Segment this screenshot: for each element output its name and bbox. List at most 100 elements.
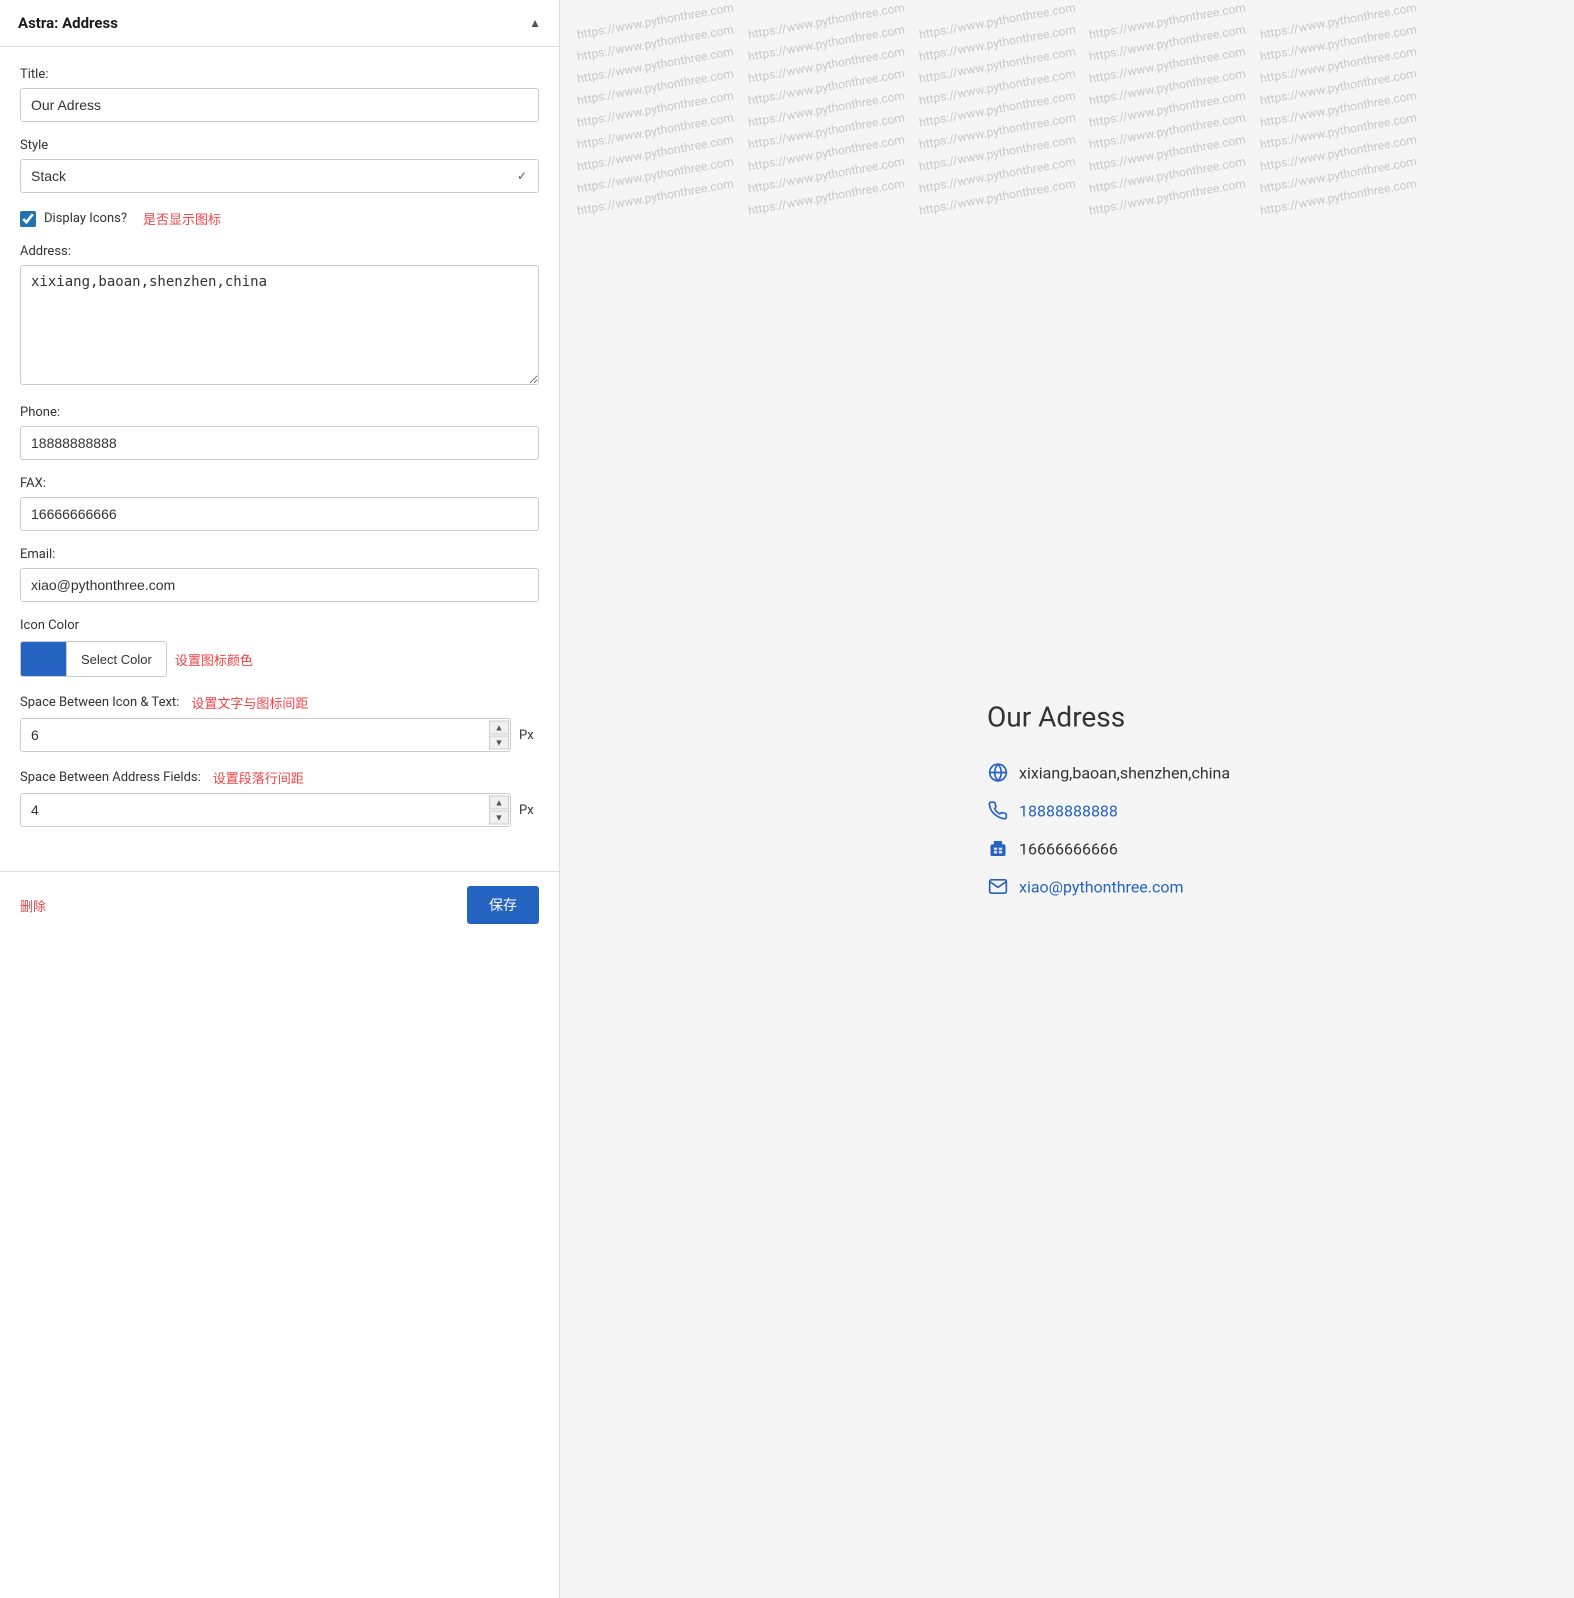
icon-color-hint: 设置图标颜色 xyxy=(175,650,253,669)
title-field-group: Title: xyxy=(20,67,539,122)
collapse-icon[interactable]: ▲ xyxy=(529,16,541,30)
panel-header: Astra: Address ▲ xyxy=(0,0,559,47)
watermark-item: https://www.pythonthree.com xyxy=(1088,22,1247,63)
space-icon-text-up-btn[interactable]: ▲ xyxy=(489,721,509,735)
preview-item-text: 18888888888 xyxy=(1019,801,1118,820)
title-input[interactable] xyxy=(20,88,539,122)
watermark-item: https://www.pythonthree.com xyxy=(576,132,735,173)
preview-item-text: xiao@pythonthree.com xyxy=(1019,877,1184,896)
preview-title: Our Adress xyxy=(987,701,1307,734)
panel-body: Title: Style Stack Inline Grid ✓ Display… xyxy=(0,47,559,863)
watermark-item: https://www.pythonthree.com xyxy=(918,66,1077,107)
space-address-input-wrap: ▲ ▼ xyxy=(20,793,511,827)
fax-input[interactable] xyxy=(20,497,539,531)
email-label: Email: xyxy=(20,547,539,562)
icon-color-label: Icon Color xyxy=(20,618,539,633)
style-select[interactable]: Stack Inline Grid xyxy=(20,159,539,193)
preview-content: Our Adress xixiang,baoan,shenzhen,china 1… xyxy=(947,661,1347,938)
watermark-item: https://www.pythonthree.com xyxy=(576,88,735,129)
watermark-item: https://www.pythonthree.com xyxy=(1088,0,1247,41)
watermark-item: https://www.pythonthree.com xyxy=(747,110,906,151)
space-icon-text-label: Space Between Icon & Text: xyxy=(20,695,179,710)
watermark-item: https://www.pythonthree.com xyxy=(1088,110,1247,151)
display-icons-checkbox[interactable] xyxy=(20,211,36,227)
space-address-down-btn[interactable]: ▼ xyxy=(489,811,509,825)
watermark-item: https://www.pythonthree.com xyxy=(1259,44,1418,85)
globe-icon xyxy=(987,762,1009,784)
watermark-item: https://www.pythonthree.com xyxy=(747,176,906,217)
display-icons-label[interactable]: Display Icons? xyxy=(44,211,127,226)
watermark-item: https://www.pythonthree.com xyxy=(576,66,735,107)
space-address-hint: 设置段落行间距 xyxy=(213,768,304,787)
style-field-group: Style Stack Inline Grid ✓ xyxy=(20,138,539,193)
watermark-item: https://www.pythonthree.com xyxy=(747,88,906,129)
space-icon-text-spinner-row: ▲ ▼ Px xyxy=(20,718,539,752)
watermark-item: https://www.pythonthree.com xyxy=(576,0,735,41)
email-field-group: Email: xyxy=(20,547,539,602)
space-icon-text-input[interactable] xyxy=(20,718,511,752)
email-icon xyxy=(987,876,1009,898)
color-picker-row: Select Color 设置图标颜色 xyxy=(20,641,539,677)
space-address-up-btn[interactable]: ▲ xyxy=(489,796,509,810)
watermark-item: https://www.pythonthree.com xyxy=(918,176,1077,217)
fax-icon xyxy=(987,838,1009,860)
preview-item: xixiang,baoan,shenzhen,china xyxy=(987,762,1307,784)
panel-title: Astra: Address xyxy=(18,14,118,32)
display-icons-row: Display Icons? 是否显示图标 xyxy=(20,209,539,228)
color-swatch[interactable] xyxy=(20,641,66,677)
watermark-item: https://www.pythonthree.com xyxy=(1088,132,1247,173)
watermark-item: https://www.pythonthree.com xyxy=(1259,88,1418,129)
space-icon-text-down-btn[interactable]: ▼ xyxy=(489,736,509,750)
fax-label: FAX: xyxy=(20,476,539,491)
watermark-item: https://www.pythonthree.com xyxy=(576,110,735,151)
watermark-item: https://www.pythonthree.com xyxy=(918,22,1077,63)
space-address-unit: Px xyxy=(519,803,539,818)
watermark-item: https://www.pythonthree.com xyxy=(1259,66,1418,107)
space-address-input[interactable] xyxy=(20,793,511,827)
watermark-item: https://www.pythonthree.com xyxy=(747,44,906,85)
preview-items: xixiang,baoan,shenzhen,china 18888888888 1… xyxy=(987,762,1307,898)
watermark-item: https://www.pythonthree.com xyxy=(747,66,906,107)
space-icon-text-input-wrap: ▲ ▼ xyxy=(20,718,511,752)
watermark-item: https://www.pythonthree.com xyxy=(918,154,1077,195)
phone-field-group: Phone: xyxy=(20,405,539,460)
watermark-item: https://www.pythonthree.com xyxy=(747,0,906,41)
space-address-spinner-row: ▲ ▼ Px xyxy=(20,793,539,827)
watermark-item: https://www.pythonthree.com xyxy=(918,88,1077,129)
watermark-item: https://www.pythonthree.com xyxy=(576,44,735,85)
watermark-item: https://www.pythonthree.com xyxy=(576,154,735,195)
right-panel: https://www.pythonthree.comhttps://www.p… xyxy=(560,0,1574,1598)
watermark-item: https://www.pythonthree.com xyxy=(576,22,735,63)
preview-item: 18888888888 xyxy=(987,800,1307,822)
watermark-item: https://www.pythonthree.com xyxy=(1088,44,1247,85)
preview-item: 16666666666 xyxy=(987,838,1307,860)
watermark-item: https://www.pythonthree.com xyxy=(918,110,1077,151)
watermark-item: https://www.pythonthree.com xyxy=(1088,88,1247,129)
space-icon-text-hint: 设置文字与图标间距 xyxy=(191,693,308,712)
space-address-arrows: ▲ ▼ xyxy=(489,796,509,825)
phone-input[interactable] xyxy=(20,426,539,460)
select-color-button[interactable]: Select Color xyxy=(66,641,167,677)
watermark-item: https://www.pythonthree.com xyxy=(1259,22,1418,63)
icon-color-section: Icon Color Select Color 设置图标颜色 xyxy=(20,618,539,677)
space-icon-text-unit: Px xyxy=(519,728,539,743)
delete-button[interactable]: 删除 xyxy=(20,896,46,915)
address-input[interactable]: xixiang,baoan,shenzhen,china xyxy=(20,265,539,385)
space-address-label-row: Space Between Address Fields: 设置段落行间距 xyxy=(20,768,539,787)
address-field-group: Address: xixiang,baoan,shenzhen,china xyxy=(20,244,539,389)
watermark-item: https://www.pythonthree.com xyxy=(1259,132,1418,173)
space-address-label: Space Between Address Fields: xyxy=(20,770,201,785)
watermark-item: https://www.pythonthree.com xyxy=(747,154,906,195)
space-icon-text-arrows: ▲ ▼ xyxy=(489,721,509,750)
phone-label: Phone: xyxy=(20,405,539,420)
left-panel: Astra: Address ▲ Title: Style Stack Inli… xyxy=(0,0,560,1598)
watermark-item: https://www.pythonthree.com xyxy=(1088,176,1247,217)
space-icon-text-group: Space Between Icon & Text: 设置文字与图标间距 ▲ ▼… xyxy=(20,693,539,752)
phone-icon xyxy=(987,800,1009,822)
watermark-item: https://www.pythonthree.com xyxy=(918,0,1077,41)
save-button[interactable]: 保存 xyxy=(467,886,539,924)
watermark-item: https://www.pythonthree.com xyxy=(1088,154,1247,195)
watermark-item: https://www.pythonthree.com xyxy=(1088,66,1247,107)
preview-item: xiao@pythonthree.com xyxy=(987,876,1307,898)
email-input[interactable] xyxy=(20,568,539,602)
